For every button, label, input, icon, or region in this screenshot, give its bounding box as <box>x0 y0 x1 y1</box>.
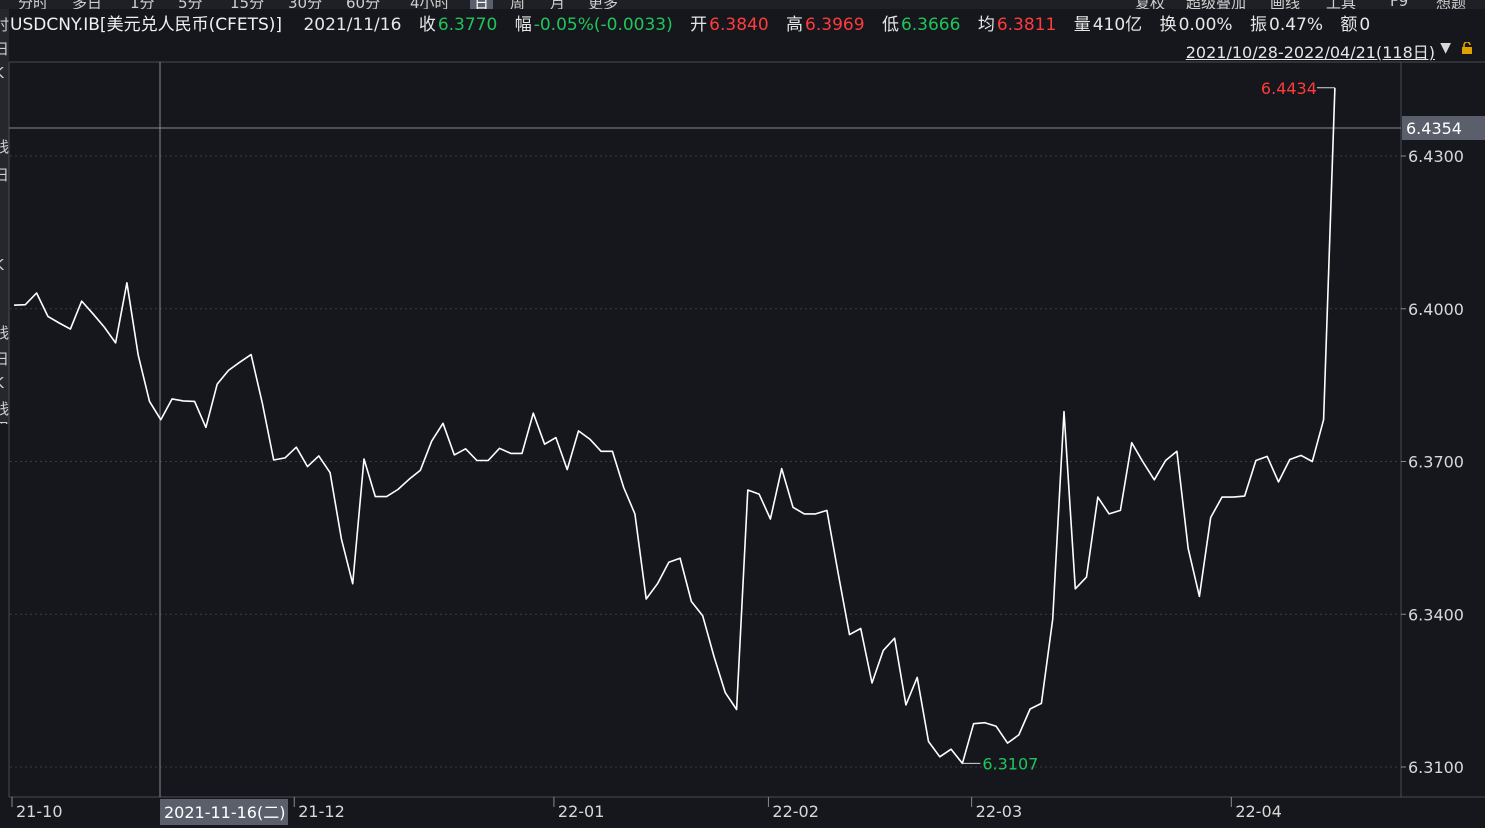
x-tick-label: 22-01 <box>558 802 605 821</box>
crosshair-y-label: 6.4354 <box>1406 119 1462 138</box>
x-tick-label: 22-02 <box>772 802 819 821</box>
x-tick-label: 22-04 <box>1235 802 1282 821</box>
max-value-label: 6.4434 <box>1261 79 1317 98</box>
crosshair-x-label: 2021-11-16(二) <box>164 803 285 822</box>
y-tick-label: 6.3400 <box>1408 605 1464 624</box>
price-line <box>13 87 1336 765</box>
x-tick-label: 21-10 <box>16 802 63 821</box>
price-chart[interactable]: 6.4300 6.4000 6.3700 6.3400 6.3100 21-10 21-12… <box>0 0 1485 828</box>
y-tick-label: 6.3700 <box>1408 453 1464 472</box>
min-value-label: 6.3107 <box>982 754 1038 773</box>
y-tick-label: 6.3100 <box>1408 758 1464 777</box>
x-tick-label: 22-03 <box>976 802 1023 821</box>
y-tick-label: 6.4300 <box>1408 147 1464 166</box>
y-tick-label: 6.4000 <box>1408 300 1464 319</box>
x-tick-label: 21-12 <box>298 802 345 821</box>
